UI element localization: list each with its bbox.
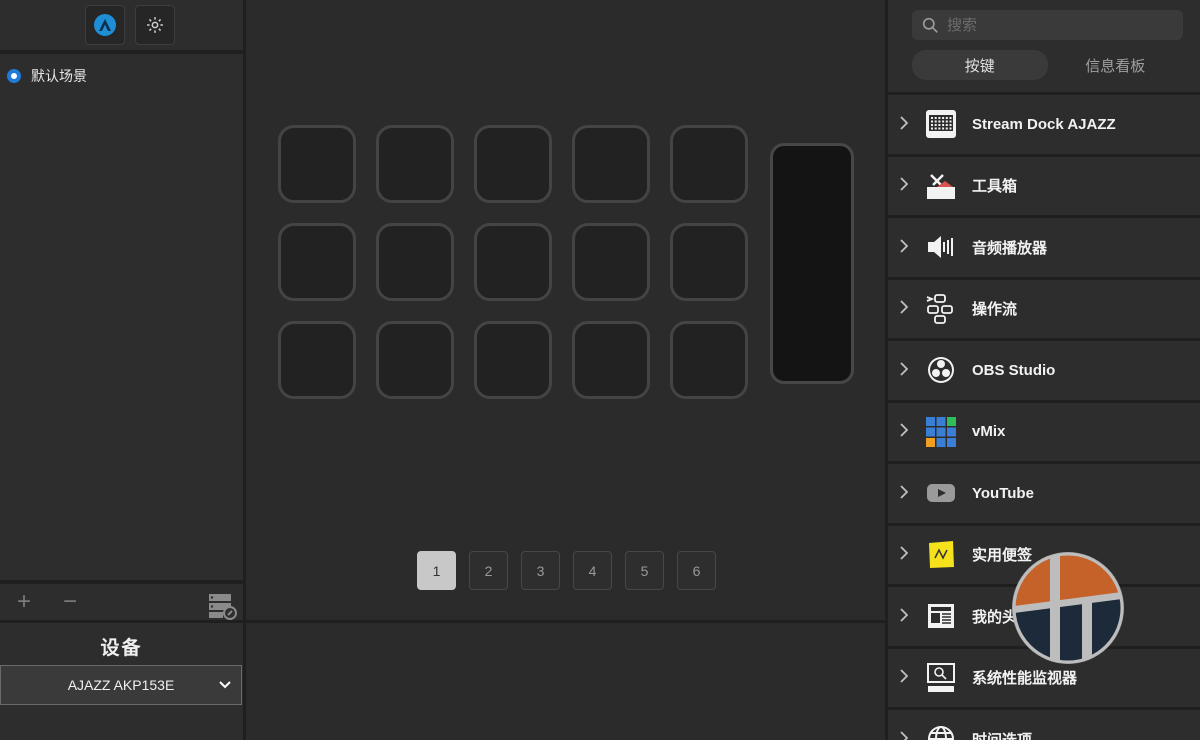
news-icon [924, 599, 958, 633]
chevron-right-icon[interactable] [900, 239, 910, 256]
search-icon [922, 17, 938, 33]
category-item[interactable]: 音频播放器 [888, 215, 1200, 277]
chevron-right-icon[interactable] [900, 485, 910, 502]
left-toolbar [0, 0, 243, 54]
monitor-icon [924, 661, 958, 695]
app-home-button[interactable] [84, 5, 125, 45]
category-item[interactable]: YouTube [888, 461, 1200, 523]
page-button-3[interactable]: 3 [521, 551, 560, 590]
watermark-logo [1012, 552, 1124, 664]
category-item[interactable]: Stream Dock AJAZZ [888, 92, 1200, 154]
add-scene-button[interactable]: + [10, 588, 38, 616]
key-slot-5[interactable] [670, 125, 748, 203]
chevron-right-icon[interactable] [900, 608, 910, 625]
scene-toolbar: + − [0, 580, 243, 620]
key-slot-4[interactable] [572, 125, 650, 203]
category-label: 操作流 [972, 301, 1018, 319]
search-box[interactable] [912, 10, 1183, 40]
remove-scene-button[interactable]: − [56, 588, 84, 616]
category-item[interactable]: 操作流 [888, 276, 1200, 339]
vmix-icon [924, 415, 958, 449]
toolbox-icon [924, 169, 958, 203]
key-slot-3[interactable] [474, 125, 552, 203]
tab-keys[interactable]: 按键 [912, 50, 1048, 80]
youtube-icon [924, 476, 958, 510]
key-slot-1[interactable] [278, 125, 356, 203]
key-slot-10[interactable] [670, 223, 748, 301]
category-label: 时间选项 [972, 729, 1032, 740]
page-button-4[interactable]: 4 [573, 551, 612, 590]
category-item[interactable]: 工具箱 [888, 153, 1200, 216]
category-label: Stream Dock AJAZZ [972, 115, 1116, 133]
key-slot-13[interactable] [474, 321, 552, 399]
key-slot-2[interactable] [376, 125, 454, 203]
key-slot-12[interactable] [376, 321, 454, 399]
page-button-1[interactable]: 1 [417, 551, 456, 590]
touch-strip[interactable] [770, 143, 854, 384]
scene-radio[interactable] [7, 69, 21, 83]
device-title: 设备 [100, 638, 143, 659]
scene-list: 默认场景 [0, 54, 243, 88]
category-label: OBS Studio [972, 361, 1056, 379]
key-slot-11[interactable] [278, 321, 356, 399]
page-button-2[interactable]: 2 [469, 551, 508, 590]
category-item[interactable]: 时间选项 [888, 707, 1200, 740]
keyboard-grid-icon [924, 107, 958, 141]
gear-icon [146, 17, 163, 33]
key-slot-8[interactable] [474, 223, 552, 301]
sticky-note-icon [924, 538, 958, 572]
chevron-right-icon[interactable] [900, 546, 910, 563]
device-select-value: AJAZZ AKP153E [67, 677, 175, 693]
key-slot-7[interactable] [376, 223, 454, 301]
chevron-right-icon[interactable] [900, 423, 910, 440]
key-slot-15[interactable] [670, 321, 748, 399]
chevron-right-icon[interactable] [900, 177, 910, 194]
key-slot-14[interactable] [572, 321, 650, 399]
tab-dashboard[interactable]: 信息看板 [1048, 50, 1184, 80]
search-input[interactable] [947, 16, 1167, 34]
key-slot-6[interactable] [278, 223, 356, 301]
category-label: 音频播放器 [972, 239, 1048, 257]
obs-icon [924, 353, 958, 387]
scene-item[interactable]: 默认场景 [0, 64, 243, 88]
category-label: vMix [972, 423, 1006, 441]
key-slot-9[interactable] [572, 223, 650, 301]
page-button-5[interactable]: 5 [625, 551, 664, 590]
server-settings-icon[interactable] [207, 590, 237, 620]
category-item[interactable]: vMix [888, 399, 1200, 462]
category-label: 工具箱 [972, 178, 1018, 196]
chevron-right-icon[interactable] [900, 300, 910, 317]
page-button-6[interactable]: 6 [677, 551, 716, 590]
chevron-down-icon [219, 681, 231, 689]
scene-label: 默认场景 [31, 68, 87, 84]
category-label: YouTube [972, 484, 1034, 502]
workflow-icon [924, 292, 958, 326]
device-section: 设备 AJAZZ AKP153E [0, 620, 243, 740]
category-label: 系统性能监视器 [972, 670, 1078, 688]
page-selector: 123456 [417, 551, 716, 590]
chevron-right-icon[interactable] [900, 116, 910, 133]
speaker-icon [924, 230, 958, 264]
chevron-right-icon[interactable] [900, 669, 910, 686]
tab-bar: 按键 信息看板 [912, 50, 1183, 80]
globe-icon [924, 722, 958, 740]
chevron-right-icon[interactable] [900, 731, 910, 740]
app-logo-icon [93, 14, 116, 36]
category-item[interactable]: OBS Studio [888, 338, 1200, 400]
chevron-right-icon[interactable] [900, 362, 910, 379]
left-panel: 默认场景 + − 设备 AJAZZ AKP153E [0, 0, 243, 740]
device-canvas: 123456 [246, 0, 885, 740]
center-divider [246, 620, 885, 623]
device-select[interactable]: AJAZZ AKP153E [0, 665, 242, 705]
settings-button[interactable] [134, 5, 175, 45]
